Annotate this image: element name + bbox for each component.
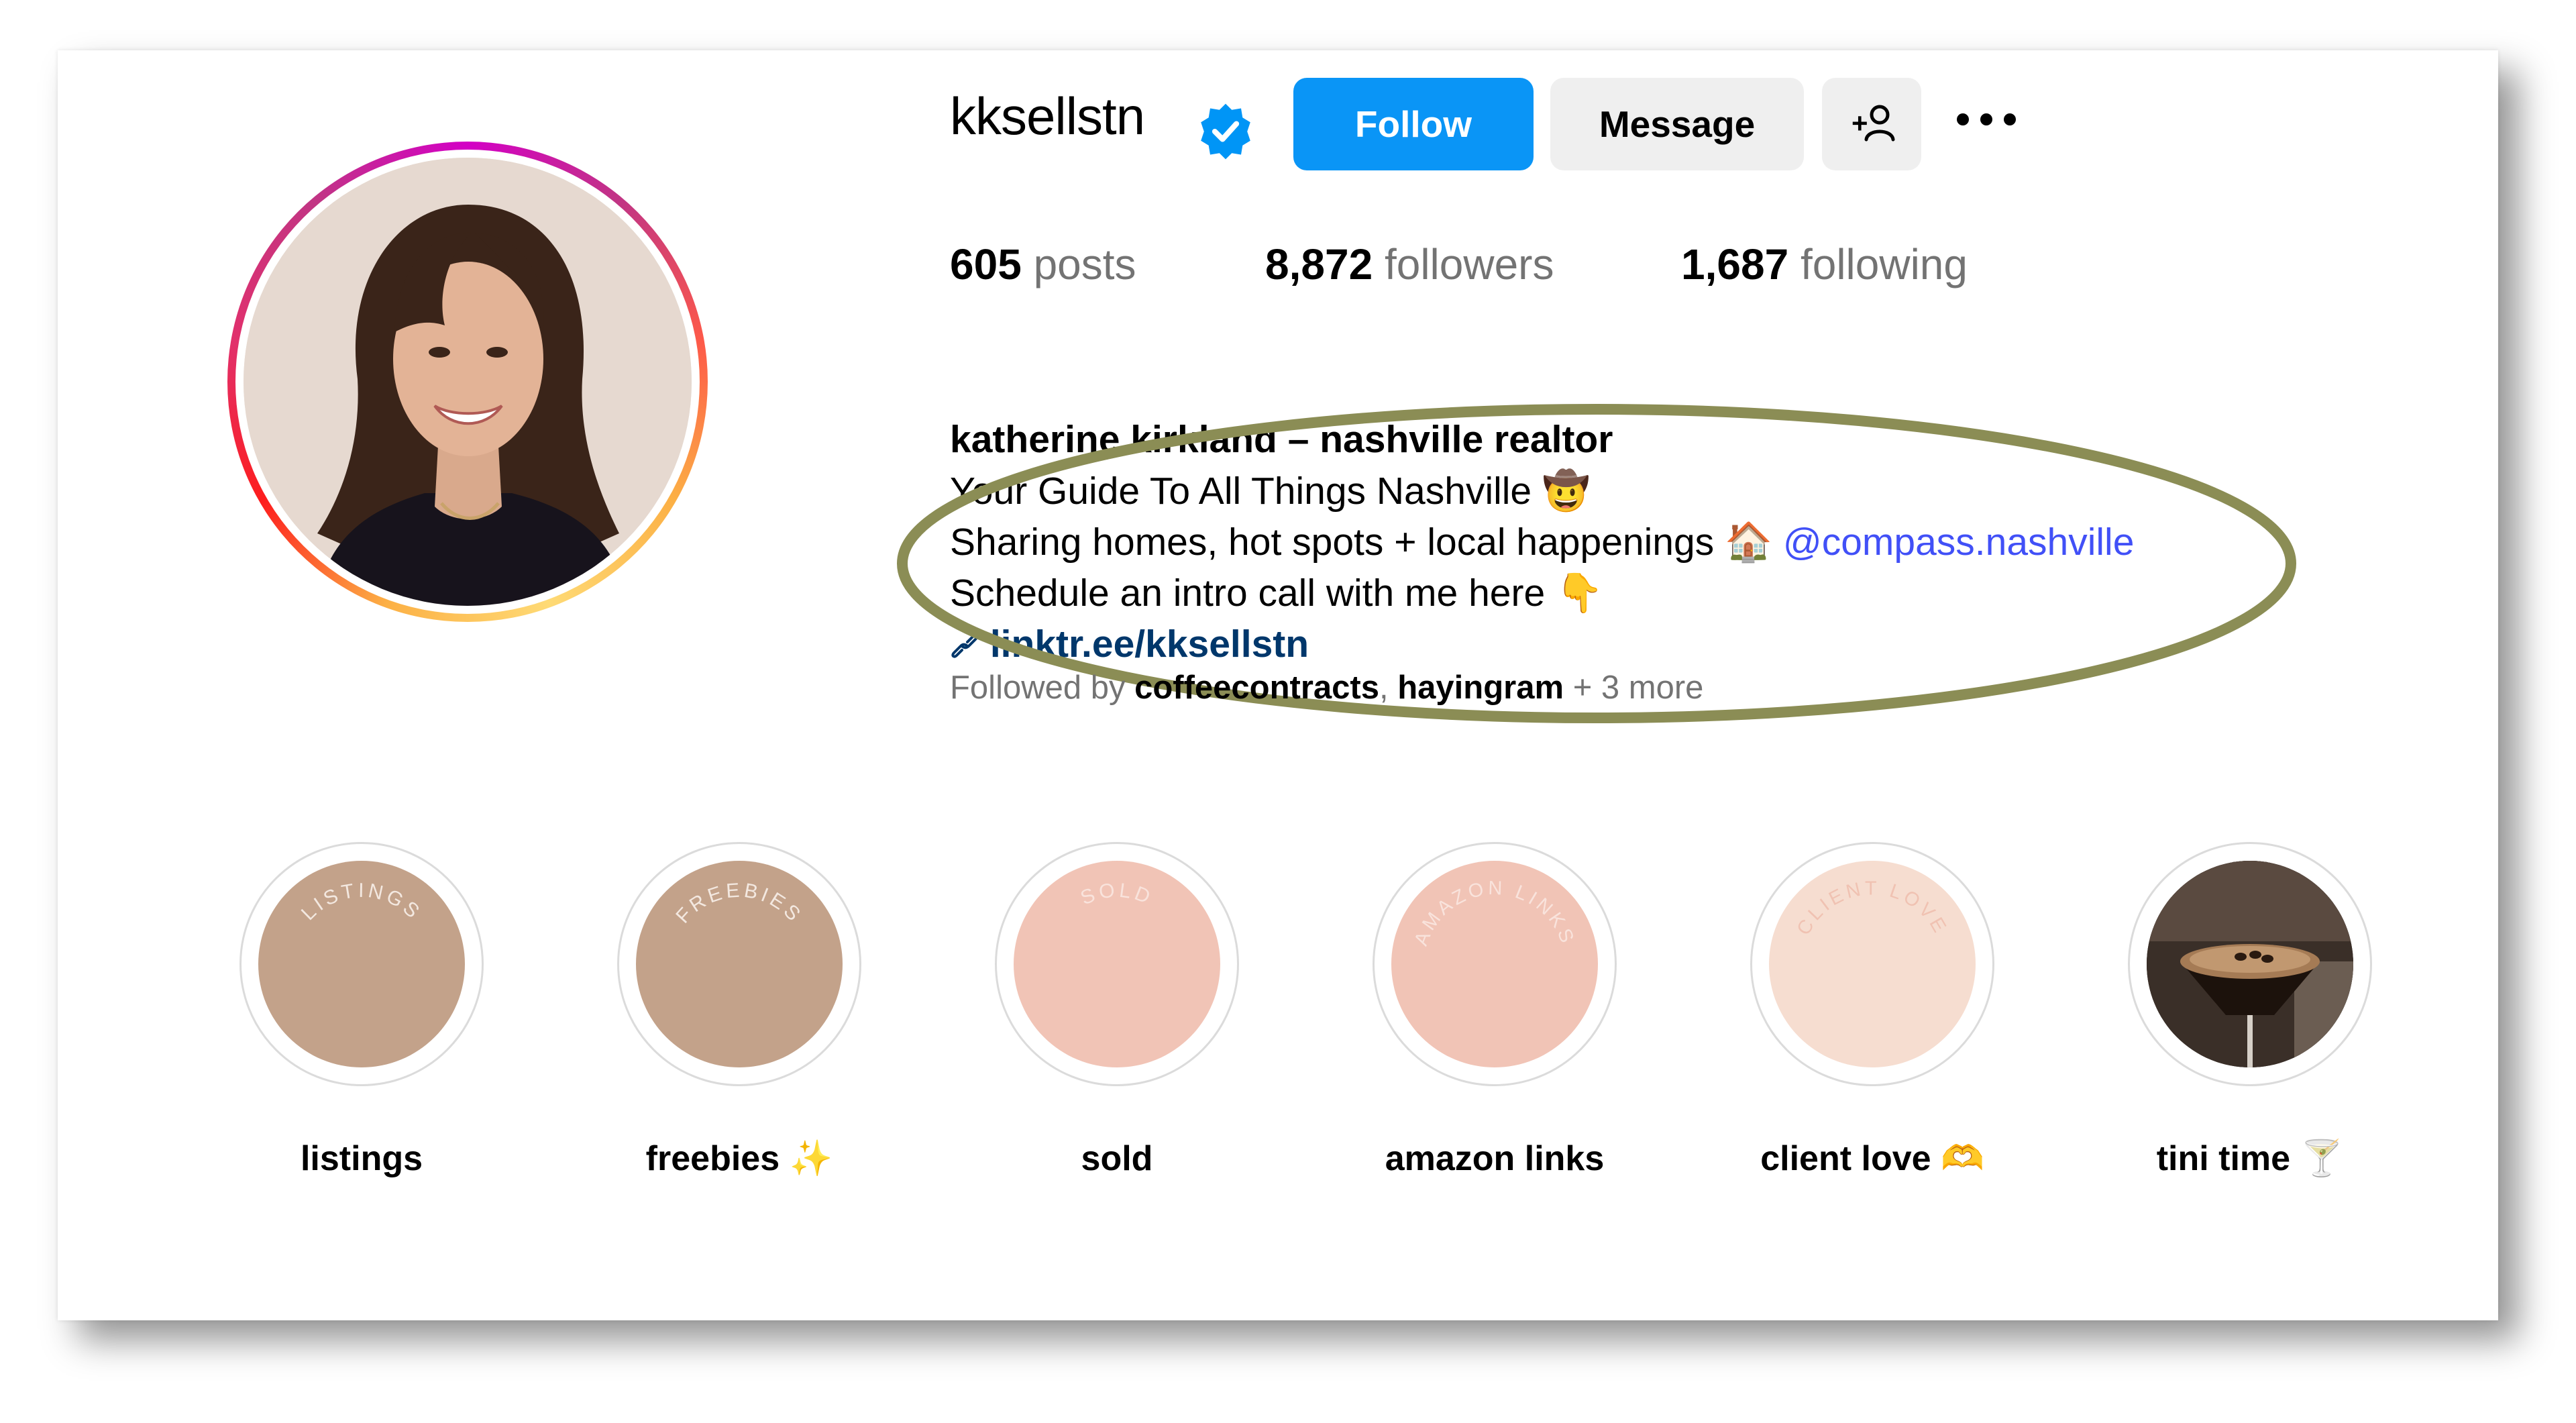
highlight-label: sold — [1081, 1139, 1153, 1178]
posts-count: 605 posts — [950, 240, 1136, 288]
add-user-button[interactable]: + — [1822, 78, 1921, 170]
highlight-label: freebies ✨ — [645, 1139, 833, 1179]
svg-text:LISTINGS: LISTINGS — [297, 880, 426, 925]
highlight-cover: AMAZON LINKS — [1391, 861, 1598, 1067]
svg-text:CLIENT LOVE: CLIENT LOVE — [1793, 878, 1952, 939]
profile-avatar[interactable] — [227, 142, 708, 622]
svg-text:+: + — [1851, 107, 1868, 139]
highlight-label: listings — [300, 1139, 423, 1178]
highlight-cover: LISTINGS — [258, 861, 465, 1067]
add-person-icon: + — [1851, 105, 1895, 142]
followed-by-text[interactable]: Followed by coffeecontracts, hayingram +… — [950, 668, 1703, 708]
svg-text:SOLD: SOLD — [1077, 879, 1156, 909]
following-count[interactable]: 1,687 following — [1681, 238, 1968, 291]
highlight-cover: CLIENT LOVE — [1769, 861, 1976, 1067]
highlight-cover: FREEBIES — [636, 861, 843, 1067]
highlight-label: client love 🫶 — [1760, 1139, 1984, 1179]
follow-button[interactable]: Follow — [1293, 78, 1534, 170]
avatar-photo — [244, 158, 692, 606]
svg-text:FREEBIES: FREEBIES — [672, 879, 806, 927]
svg-text:AMAZON LINKS: AMAZON LINKS — [1410, 878, 1578, 949]
highlight-cover: SOLD — [1014, 861, 1220, 1067]
more-options-icon[interactable] — [1955, 106, 2019, 133]
highlight-cover-photo — [2147, 861, 2353, 1067]
highlight-label: tini time 🍸 — [2156, 1139, 2344, 1179]
followers-count[interactable]: 8,872 followers — [1265, 238, 1554, 291]
message-button[interactable]: Message — [1550, 78, 1804, 170]
profile-username: kksellstn — [950, 87, 1145, 146]
highlight-label: amazon links — [1385, 1139, 1605, 1178]
verified-badge-icon — [1201, 103, 1250, 160]
